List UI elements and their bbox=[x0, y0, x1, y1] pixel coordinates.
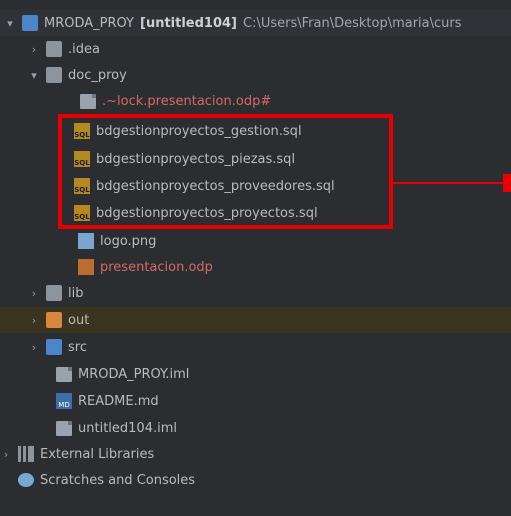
chevron-down-icon[interactable]: ▾ bbox=[4, 17, 16, 30]
tree-item-mroda-iml[interactable]: MRODA_PROY.iml bbox=[56, 361, 511, 387]
tree-item-scratches[interactable]: Scratches and Consoles bbox=[0, 467, 511, 493]
iml-file-icon bbox=[56, 420, 72, 436]
tree-item-out[interactable]: › out bbox=[0, 307, 511, 333]
markdown-file-icon: MD bbox=[56, 393, 72, 409]
tree-item-logo[interactable]: logo.png bbox=[78, 228, 511, 254]
tree-item-lock-file[interactable]: .~lock.presentacion.odp# bbox=[80, 88, 511, 114]
tree-item-label: .~lock.presentacion.odp# bbox=[102, 93, 272, 109]
tree-item-label: README.md bbox=[78, 393, 159, 409]
highlight-connector-line bbox=[393, 182, 503, 184]
tree-item-external-libraries[interactable]: › External Libraries bbox=[0, 441, 511, 467]
project-name: MRODA_PROY bbox=[44, 15, 134, 31]
folder-icon bbox=[46, 41, 62, 57]
project-folder-icon bbox=[22, 15, 38, 31]
library-icon bbox=[18, 446, 34, 462]
odp-file-icon bbox=[78, 259, 94, 275]
tree-item-label: Scratches and Consoles bbox=[40, 472, 196, 488]
image-file-icon bbox=[78, 233, 94, 249]
iml-file-icon bbox=[56, 366, 72, 382]
highlight-connector-end bbox=[503, 174, 511, 192]
folder-icon bbox=[46, 67, 62, 83]
folder-icon bbox=[46, 285, 62, 301]
tree-item-label: lib bbox=[68, 285, 84, 301]
chevron-right-icon[interactable]: › bbox=[28, 341, 40, 354]
chevron-right-icon[interactable]: › bbox=[28, 43, 40, 56]
tree-item-label: doc_proy bbox=[68, 67, 127, 83]
tree-item-label: logo.png bbox=[100, 233, 157, 249]
tree-item-src[interactable]: › src bbox=[28, 334, 511, 360]
chevron-down-icon[interactable]: ▾ bbox=[28, 69, 40, 82]
tree-item-label: untitled104.iml bbox=[78, 420, 177, 436]
tree-item-label: .idea bbox=[68, 41, 100, 57]
tree-item-idea[interactable]: › .idea bbox=[28, 36, 511, 62]
tree-item-label: External Libraries bbox=[40, 446, 155, 462]
tree-item-label: src bbox=[68, 339, 87, 355]
tree-item-readme[interactable]: MD README.md bbox=[56, 388, 511, 414]
project-path: C:\Users\Fran\Desktop\maria\curs bbox=[243, 15, 462, 31]
tree-item-doc-proy[interactable]: ▾ doc_proy bbox=[28, 62, 511, 88]
source-folder-icon bbox=[46, 339, 62, 355]
tree-item-presentacion[interactable]: presentacion.odp bbox=[78, 254, 511, 280]
chevron-right-icon[interactable]: › bbox=[0, 448, 12, 461]
folder-icon bbox=[46, 312, 62, 328]
module-name: [untitled104] bbox=[140, 15, 237, 31]
chevron-right-icon[interactable]: › bbox=[28, 314, 40, 327]
tree-item-lib[interactable]: › lib bbox=[28, 280, 511, 306]
project-root-row[interactable]: ▾ MRODA_PROY [untitled104] C:\Users\Fran… bbox=[0, 10, 511, 36]
scratches-icon bbox=[18, 473, 34, 487]
file-icon bbox=[80, 93, 96, 109]
chevron-right-icon[interactable]: › bbox=[28, 287, 40, 300]
tree-item-label: presentacion.odp bbox=[100, 259, 213, 275]
tree-item-label: out bbox=[68, 312, 90, 328]
highlight-box bbox=[58, 114, 393, 229]
tree-item-untitled-iml[interactable]: untitled104.iml bbox=[56, 415, 511, 441]
tree-item-label: MRODA_PROY.iml bbox=[78, 366, 190, 382]
